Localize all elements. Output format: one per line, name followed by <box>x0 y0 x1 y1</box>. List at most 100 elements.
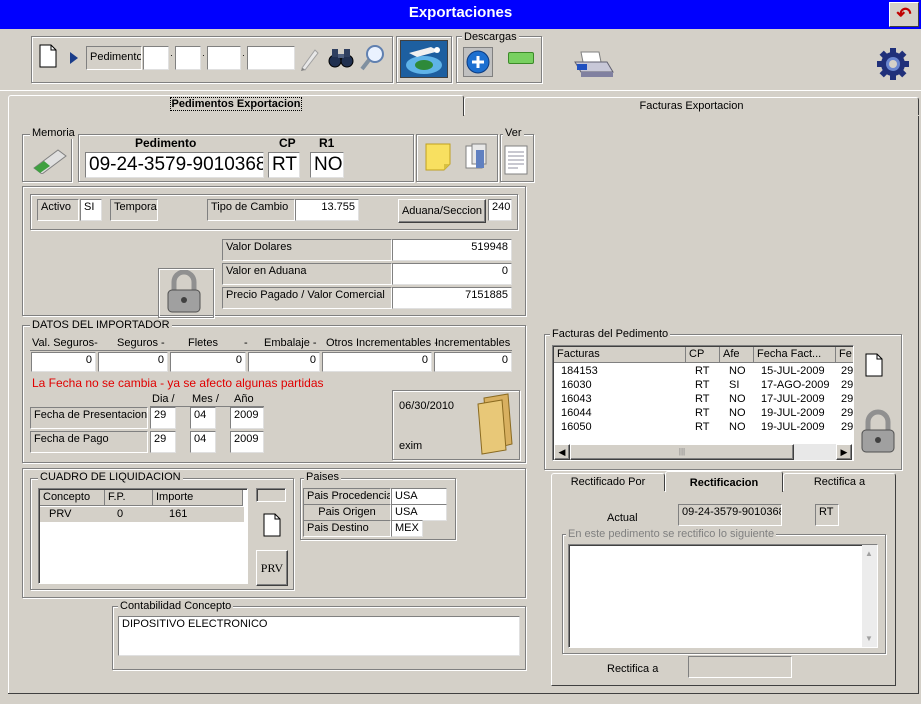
aduana-field[interactable]: 240 <box>488 199 512 221</box>
play-arrow-icon[interactable] <box>69 51 79 65</box>
rectificacion-details-label: En este pedimento se rectifico lo siguie… <box>566 528 777 540</box>
tab-rectifica-a[interactable]: Rectifica a <box>783 473 896 491</box>
tab-rectificado-por[interactable]: Rectificado Por <box>551 473 665 491</box>
afe-column-header[interactable]: Afe <box>720 347 754 363</box>
table-row[interactable]: 16043 RT NO 17-JUL-2009 29 <box>554 392 853 406</box>
fe-column-header[interactable]: Fe <box>836 347 853 363</box>
scroll-down-icon[interactable]: ▼ <box>865 634 873 643</box>
scroll-left-button[interactable]: ◀ <box>554 444 570 460</box>
tab-pedimentos-exportacion[interactable]: Pedimentos Exportacion <box>8 95 464 116</box>
mes-header: Mes / <box>192 393 219 405</box>
presentacion-mes-field[interactable]: 04 <box>190 407 216 429</box>
contabilidad-concepto-field[interactable]: DIPOSITIVO ELECTRONICO <box>118 616 520 656</box>
seguros-field[interactable]: 0 <box>98 352 168 372</box>
importe-column-header[interactable]: Importe <box>153 490 243 506</box>
precio-pagado-field[interactable]: 7151885 <box>392 287 512 309</box>
documents-icon[interactable] <box>462 142 490 172</box>
incrementables-field[interactable]: 0 <box>434 352 512 372</box>
cp-header: CP <box>279 136 296 150</box>
tipo-cambio-field[interactable]: 13.755 <box>295 199 359 221</box>
rectifica-a-field[interactable] <box>688 656 792 678</box>
printer-icon[interactable] <box>571 48 615 80</box>
temporal-label: Temporal <box>110 199 158 221</box>
padlock-icon[interactable] <box>856 408 902 454</box>
rectifica-a-label: Rectifica a <box>607 663 659 675</box>
fecha-factura-column-header[interactable]: Fecha Fact... <box>754 347 836 363</box>
pago-dia-field[interactable]: 29 <box>150 431 176 453</box>
cp-column-header[interactable]: CP <box>686 347 720 363</box>
scroll-right-button[interactable]: ▶ <box>836 444 852 460</box>
new-factura-icon[interactable] <box>865 353 883 377</box>
liquidacion-title: CUADRO DE LIQUIDACION <box>38 471 183 483</box>
dia-header: Dia / <box>152 393 175 405</box>
activo-label: Activo <box>37 199 79 221</box>
fp-column-header[interactable]: F.P. <box>105 490 153 506</box>
pedimento-number-field[interactable]: 09-24-3579-9010368 <box>85 152 264 178</box>
actual-pedimento-field[interactable]: 09-24-3579-9010368 <box>678 504 782 526</box>
pais-procedencia-label: Pais Procedencia <box>303 488 391 505</box>
table-row[interactable]: 184153 RT NO 15-JUL-2009 29 <box>554 364 853 378</box>
tipo-cambio-label: Tipo de Cambio <box>207 199 295 221</box>
concepto-column-header[interactable]: Concepto <box>40 490 105 506</box>
pais-destino-field[interactable]: MEX <box>391 520 423 537</box>
padlock-icon[interactable] <box>162 270 208 314</box>
pedimento-segment-4-input[interactable] <box>247 46 295 70</box>
liquidacion-small-field[interactable] <box>256 488 286 502</box>
settings-gear-icon[interactable] <box>876 47 910 81</box>
download-remove-button[interactable] <box>508 52 534 64</box>
scroll-up-icon[interactable]: ▲ <box>865 549 873 558</box>
new-document-icon[interactable] <box>263 513 281 537</box>
facturas-column-header[interactable]: Facturas <box>554 347 686 363</box>
table-row[interactable]: PRV 0 161 <box>40 507 244 522</box>
binoculars-icon[interactable] <box>328 46 354 70</box>
pedimento-search-label: Pedimento <box>86 46 142 70</box>
descargas-label: Descargas <box>462 31 519 43</box>
actual-cp-field[interactable]: RT <box>815 504 839 526</box>
presentacion-dia-field[interactable]: 29 <box>150 407 176 429</box>
fletes-field[interactable]: 0 <box>170 352 246 372</box>
pago-anio-field[interactable]: 2009 <box>230 431 264 453</box>
magnifier-icon[interactable] <box>359 43 387 73</box>
facturas-title: Facturas del Pedimento <box>550 328 671 340</box>
pedimento-segment-1-input[interactable] <box>143 46 169 70</box>
prv-button[interactable]: PRV <box>256 550 288 586</box>
valor-aduana-field[interactable]: 0 <box>392 263 512 285</box>
scrollbar-thumb[interactable]: ||| <box>570 444 794 460</box>
contabilidad-title: Contabilidad Concepto <box>118 600 234 612</box>
r1-field[interactable]: NO <box>310 152 344 178</box>
cp-field[interactable]: RT <box>268 152 300 178</box>
globe-network-icon[interactable] <box>400 40 448 78</box>
rectificacion-textarea[interactable]: ▲ ▼ <box>568 544 878 648</box>
pedimento-segment-2-input[interactable] <box>175 46 201 70</box>
view-document-icon[interactable] <box>503 144 529 176</box>
pencil-icon[interactable] <box>298 46 320 72</box>
embalaje-header: Embalaje - <box>264 337 317 349</box>
pedimento-segment-3-input[interactable] <box>207 46 241 70</box>
otros-incrementables-field[interactable]: 0 <box>322 352 432 372</box>
activo-field[interactable]: SI <box>80 199 102 221</box>
presentacion-anio-field[interactable]: 2009 <box>230 407 264 429</box>
importador-title: DATOS DEL IMPORTADOR <box>30 319 172 331</box>
back-button[interactable]: ↶ <box>889 2 919 27</box>
valor-dolares-field[interactable]: 519948 <box>392 239 512 261</box>
table-row[interactable]: 16044 RT NO 19-JUL-2009 29 <box>554 406 853 420</box>
paises-title: Paises <box>304 471 342 483</box>
table-row[interactable]: 16030 RT SI 17-AGO-2009 29 <box>554 378 853 392</box>
tab-rectificacion[interactable]: Rectificacion <box>665 471 783 492</box>
folder-icon[interactable] <box>474 392 522 456</box>
aduana-seccion-button[interactable]: Aduana/Seccion <box>398 199 486 223</box>
pago-mes-field[interactable]: 04 <box>190 431 216 453</box>
tab-facturas-exportacion[interactable]: Facturas Exportacion <box>464 97 919 115</box>
download-add-button[interactable] <box>463 47 493 77</box>
fletes-separator: - <box>244 337 248 349</box>
embalaje-field[interactable]: 0 <box>248 352 320 372</box>
new-document-icon[interactable] <box>39 44 57 68</box>
sticky-note-icon[interactable] <box>424 142 452 172</box>
usb-memory-icon[interactable] <box>30 144 70 174</box>
table-row[interactable]: 16050 RT NO 19-JUL-2009 29 <box>554 420 853 434</box>
val-seguros-field[interactable]: 0 <box>31 352 96 372</box>
horizontal-scrollbar[interactable]: ◀ ||| ▶ <box>554 444 852 460</box>
vertical-scrollbar[interactable]: ▲ ▼ <box>862 545 877 647</box>
pais-origen-field[interactable]: USA <box>391 504 447 521</box>
pais-procedencia-field[interactable]: USA <box>391 488 447 505</box>
